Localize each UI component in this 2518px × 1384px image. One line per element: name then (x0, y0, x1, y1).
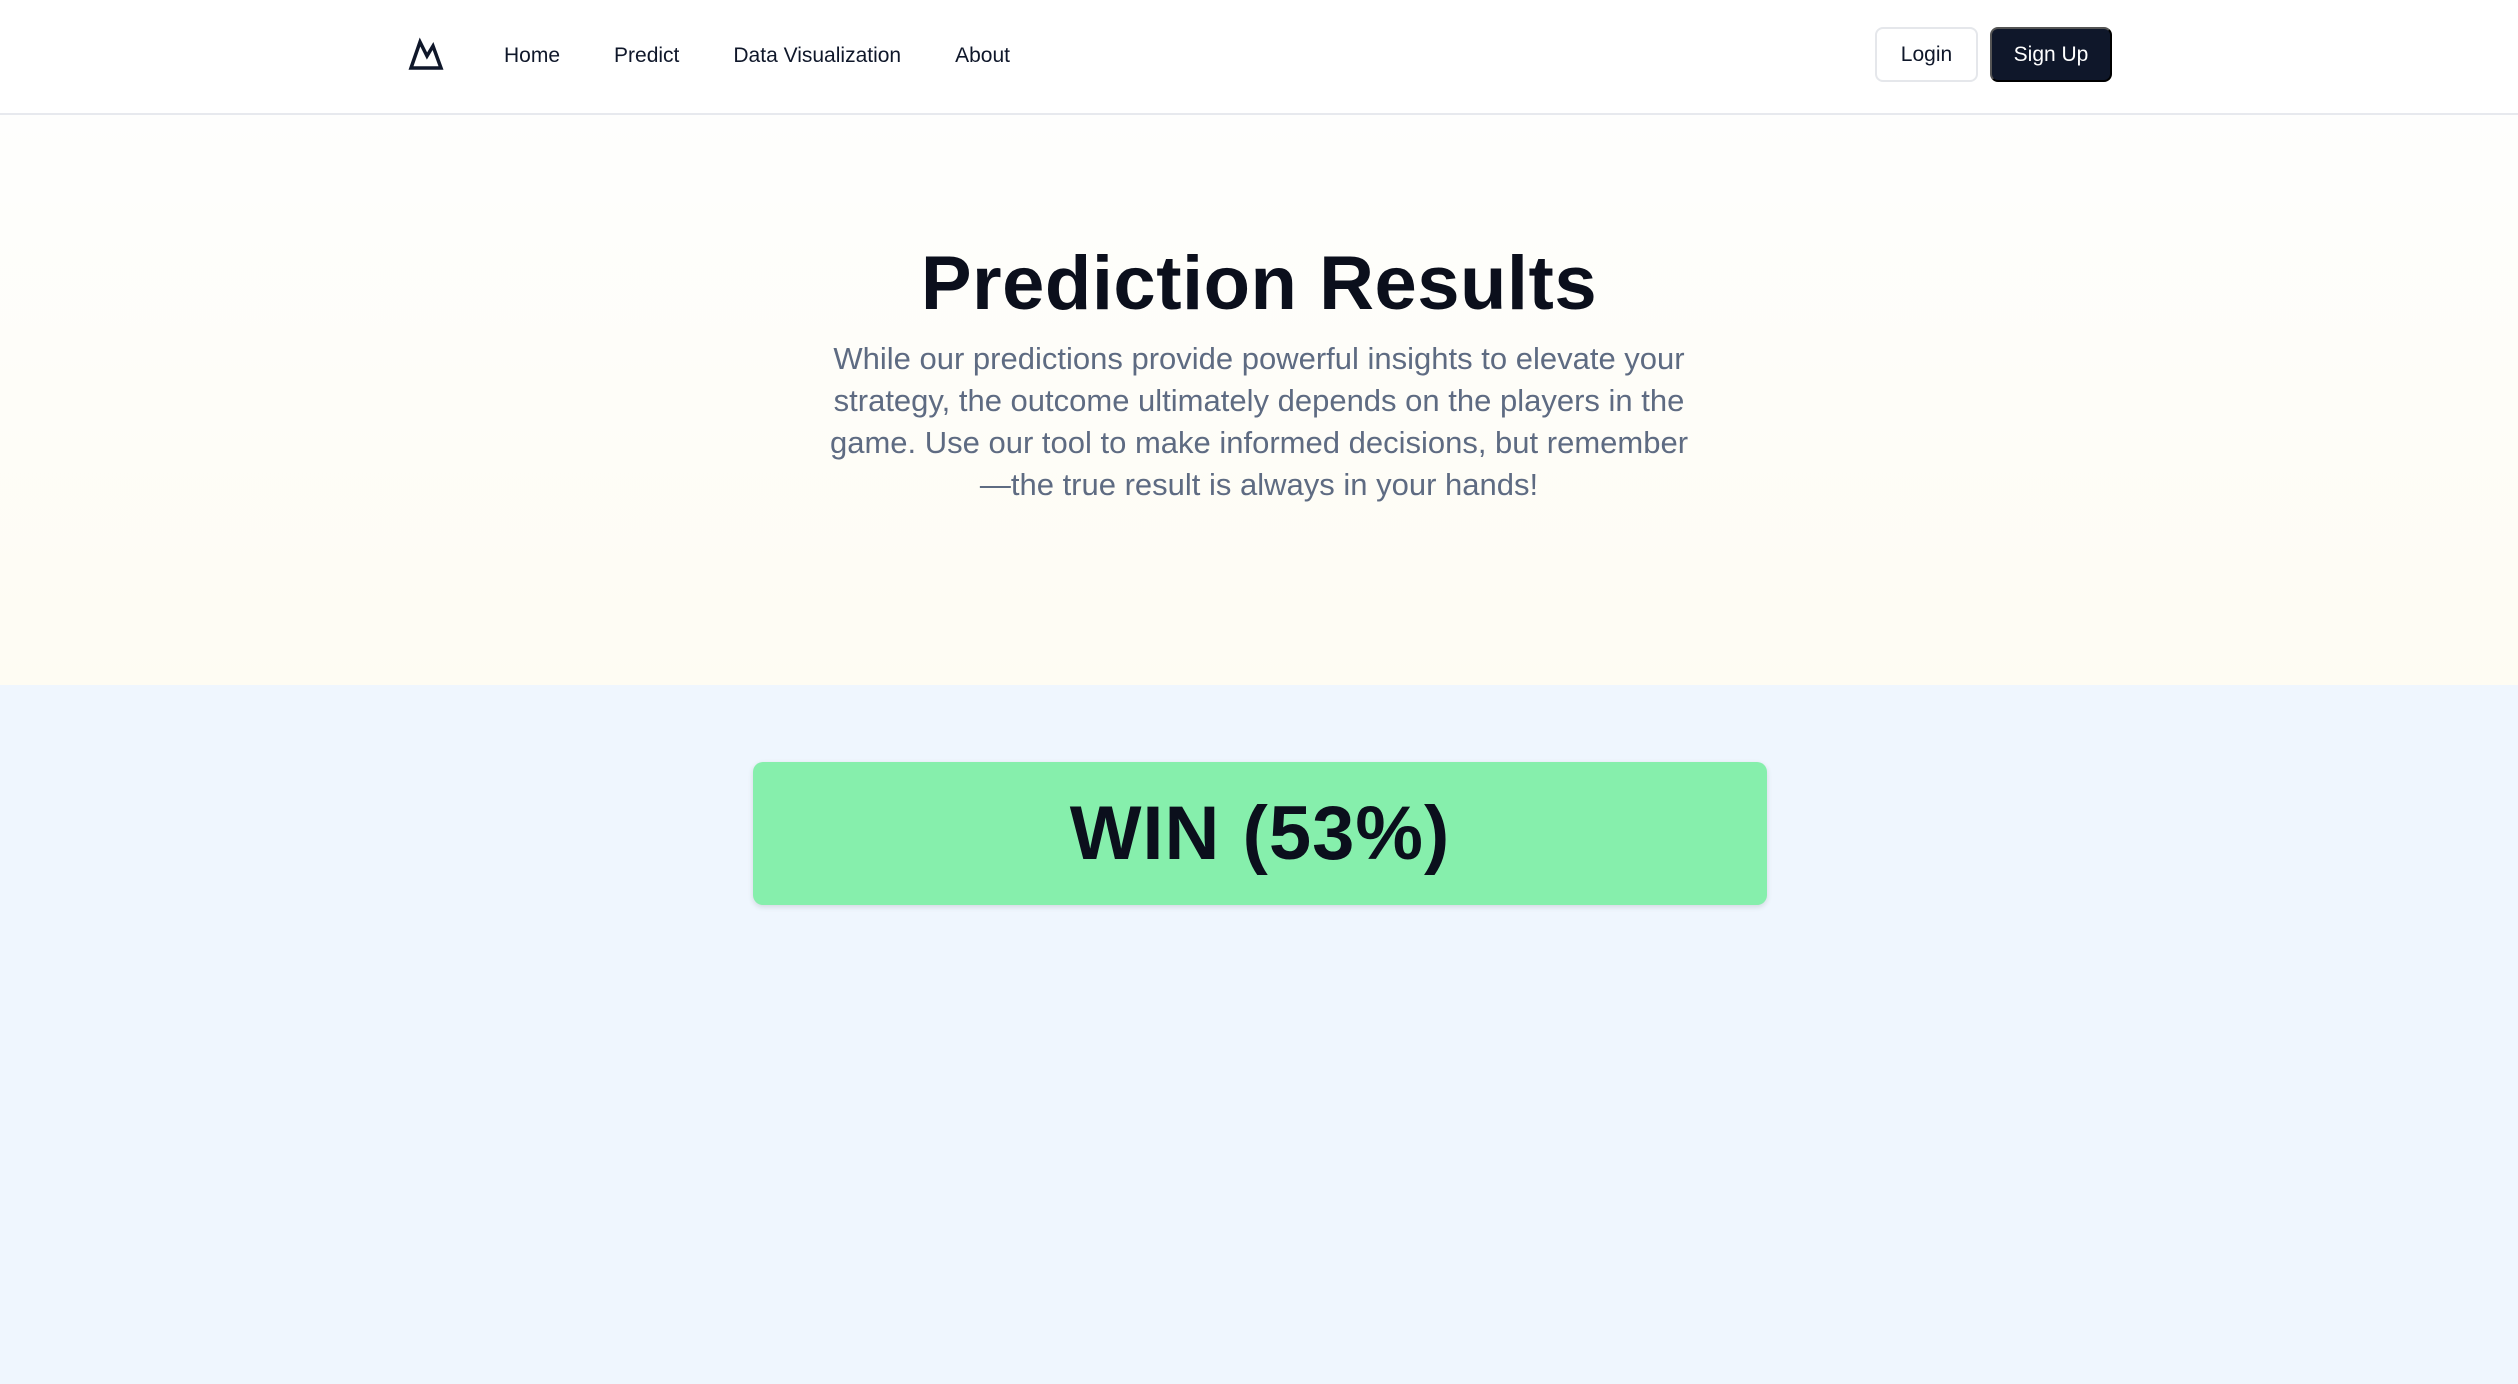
main-nav: Home Predict Data Visualization About (504, 0, 1064, 112)
sign-up-button[interactable]: Sign Up (1990, 27, 2112, 82)
navbar: Home Predict Data Visualization About Lo… (0, 0, 2518, 115)
nav-link-predict[interactable]: Predict (614, 44, 679, 68)
prediction-result-card: WIN (53%) (753, 762, 1767, 905)
hero-subtitle: While our predictions provide powerful i… (829, 341, 1689, 502)
prediction-result-text: WIN (53%) (1069, 791, 1451, 876)
page-title: Prediction Results (920, 241, 1598, 326)
mountain-icon[interactable] (408, 36, 444, 72)
hero-section: Prediction Results While our predictions… (0, 115, 2518, 685)
nav-link-data-visualization[interactable]: Data Visualization (733, 44, 901, 68)
nav-link-about[interactable]: About (955, 44, 1010, 68)
nav-link-home[interactable]: Home (504, 44, 560, 68)
login-button[interactable]: Login (1875, 27, 1978, 82)
